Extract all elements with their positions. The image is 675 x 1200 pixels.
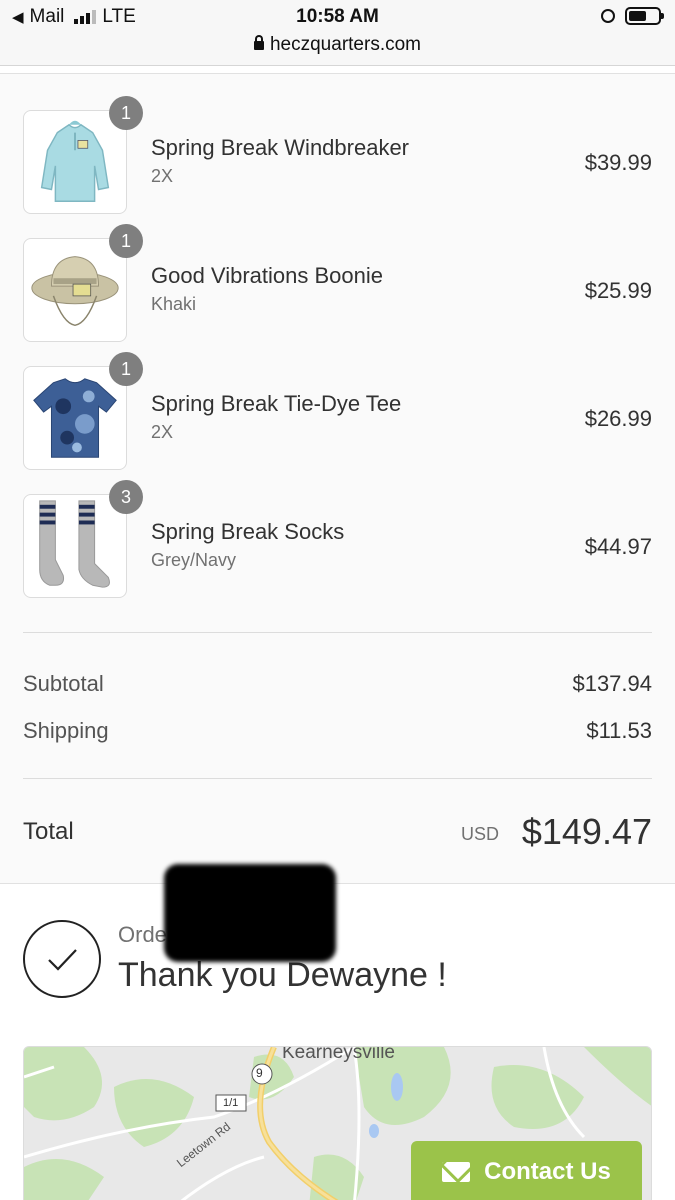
item-name: Spring Break Socks xyxy=(151,519,345,544)
subtotal-value: $137.94 xyxy=(572,671,652,696)
line-item: 1 Good Vibrations Boonie Khaki $25.99 xyxy=(23,224,652,342)
contact-us-label: Contact Us xyxy=(484,1158,611,1185)
line-item: 3 Spring Break Socks Grey/Navy $44.97 xyxy=(23,480,652,598)
quantity-badge: 1 xyxy=(109,96,143,130)
item-variant: Grey/Navy xyxy=(151,550,237,570)
checkmark-circle-icon xyxy=(23,920,101,998)
quantity-badge: 1 xyxy=(109,224,143,258)
line-item: 1 Spring Break Windbreaker 2X $39.99 xyxy=(23,96,652,214)
contact-us-button[interactable]: Contact Us xyxy=(411,1141,642,1200)
quantity-badge: 1 xyxy=(109,352,143,386)
item-price: $39.99 xyxy=(584,150,652,175)
order-summary: 1 Spring Break Windbreaker 2X $39.99 1 G… xyxy=(0,73,675,884)
line-item: 1 Spring Break Tie-Dye Tee 2X $26.99 xyxy=(23,352,652,470)
map-town-label: Kearneysville xyxy=(282,1046,395,1063)
item-price: $44.97 xyxy=(584,534,652,559)
total-label: Total xyxy=(23,818,74,845)
envelope-icon xyxy=(442,1162,471,1182)
item-price: $26.99 xyxy=(584,406,652,431)
subtotal-label: Subtotal xyxy=(23,671,104,696)
item-variant: Khaki xyxy=(151,294,197,314)
item-name: Spring Break Tie-Dye Tee xyxy=(151,391,402,416)
item-name: Good Vibrations Boonie xyxy=(151,263,383,288)
redacted-order-number xyxy=(164,864,336,962)
clock: 10:58 AM xyxy=(296,6,379,27)
url-text: heczquarters.com xyxy=(269,34,421,55)
boonie-hat-image xyxy=(23,238,127,342)
item-variant: 2X xyxy=(151,166,174,186)
route-badge: 9 xyxy=(256,1066,263,1080)
quantity-badge: 3 xyxy=(109,480,143,514)
lock-icon xyxy=(253,35,264,50)
status-bar: ◀ Mail LTE 10:58 AM xyxy=(0,0,675,34)
road-shield: 1/1 xyxy=(223,1097,239,1109)
socks-image xyxy=(23,494,127,598)
item-price: $25.99 xyxy=(584,278,652,303)
total-currency: USD xyxy=(460,824,499,844)
item-name: Spring Break Windbreaker xyxy=(151,135,410,160)
battery-icon xyxy=(625,7,664,25)
total-value: $149.47 xyxy=(521,811,652,852)
shipping-value: $11.53 xyxy=(586,718,652,743)
address-bar[interactable]: heczquarters.com xyxy=(0,34,675,66)
divider xyxy=(23,778,652,779)
tie-dye-tee-image xyxy=(23,366,127,470)
shipping-label: Shipping xyxy=(23,718,109,743)
alarm-icon xyxy=(601,9,615,23)
item-variant: 2X xyxy=(151,422,174,442)
divider xyxy=(23,632,652,633)
windbreaker-image xyxy=(23,110,127,214)
